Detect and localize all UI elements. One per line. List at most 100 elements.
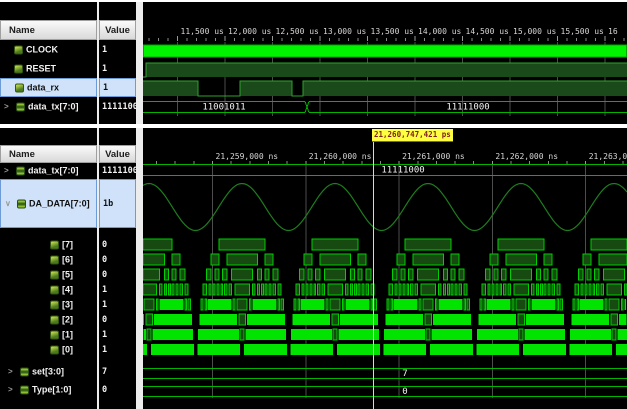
svg-text:11001011: 11001011 (202, 103, 245, 113)
signal-row-data-rx[interactable]: data_rx (0, 78, 97, 97)
cursor-time-label[interactable]: 21,260,747,421 ps (372, 129, 453, 142)
scalar-signal-icon (50, 330, 59, 339)
name-column-header[interactable]: Name (0, 145, 97, 163)
signal-value-6[interactable]: 0 (99, 252, 136, 267)
signal-row-5[interactable]: [5] (0, 267, 97, 282)
bottom-waveform-panel: Name > data_tx[7:0] ∨ DA_DATA[7:0] [7] [6] [5]… (0, 128, 627, 409)
bottom-wave-area[interactable]: 21,259,000 ns21,260,000 ns21,261,000 ns2… (143, 128, 627, 409)
signal-value-7[interactable]: 0 (99, 237, 136, 252)
signal-row-reset[interactable]: RESET (0, 59, 97, 78)
signal-name: data_rx (27, 83, 59, 92)
svg-text:14,000 us: 14,000 us (418, 27, 462, 36)
signal-row-type-1-0[interactable]: > Type[1:0] (0, 382, 97, 398)
svg-text:13,000 us: 13,000 us (323, 27, 367, 36)
signal-value-4[interactable]: 1 (99, 282, 136, 297)
signal-row-data-tx-7-0[interactable]: > data_tx[7:0] (0, 163, 97, 178)
signal-value-5[interactable]: 0 (99, 267, 136, 282)
signal-value-da-data-7-0[interactable]: 1b (99, 179, 136, 228)
svg-text:11111000: 11111000 (381, 166, 424, 176)
top-value-column: Value 11111111000 (99, 2, 136, 124)
expand-arrow-icon[interactable]: > (8, 386, 13, 394)
signal-value-data-tx-7-0[interactable]: 11111000 (99, 163, 136, 178)
value-column-header[interactable]: Value (99, 20, 136, 40)
name-column-header[interactable]: Name (0, 20, 97, 40)
bottom-value-column: Value 111110001b0001101170 (99, 128, 136, 409)
collapse-arrow-icon[interactable]: ∨ (5, 199, 11, 207)
scalar-signal-icon (50, 255, 59, 264)
scalar-signal-icon (50, 270, 59, 279)
signal-value-3[interactable]: 1 (99, 297, 136, 312)
signal-row-4[interactable]: [4] (0, 282, 97, 297)
svg-text:7: 7 (402, 369, 407, 379)
scalar-signal-icon (50, 315, 59, 324)
svg-text:15,000 us: 15,000 us (513, 27, 557, 36)
svg-text:21,261,000 ns: 21,261,000 ns (402, 152, 465, 161)
signal-row-2[interactable]: [2] (0, 312, 97, 327)
signal-row-3[interactable]: [3] (0, 297, 97, 312)
signal-value-data-rx[interactable]: 1 (99, 78, 136, 97)
top-wave-svg[interactable]: 11,500 us12,000 us12,500 us13,000 us13,5… (143, 2, 627, 124)
column-splitter[interactable] (136, 2, 143, 124)
signal-name: data_tx[7:0] (28, 102, 79, 111)
signal-name: data_tx[7:0] (28, 166, 79, 175)
signal-value-set-3-0[interactable]: 7 (99, 364, 136, 380)
svg-text:11111000: 11111000 (446, 103, 489, 113)
bus-signal-icon (16, 102, 25, 111)
signal-row-da-data-7-0[interactable]: ∨ DA_DATA[7:0] (0, 179, 97, 228)
signal-row-1[interactable]: [1] (0, 327, 97, 342)
column-splitter[interactable] (136, 128, 143, 409)
scalar-signal-icon (14, 64, 23, 73)
svg-text:21,262,000 ns: 21,262,000 ns (495, 152, 558, 161)
scalar-signal-icon (50, 285, 59, 294)
signal-name: [2] (62, 315, 73, 324)
svg-text:21,263,000: 21,263,000 (589, 152, 627, 161)
signal-name: RESET (26, 64, 56, 73)
signal-name: DA_DATA[7:0] (29, 199, 90, 208)
signal-row-set-3-0[interactable]: >set[3:0] (0, 364, 97, 380)
svg-text:12,000 us: 12,000 us (228, 27, 272, 36)
svg-text:15,500 us: 15,500 us (561, 27, 605, 36)
svg-text:21,260,000 ns: 21,260,000 ns (309, 152, 372, 161)
top-name-column: Name CLOCK RESET data_rx > data_tx[7:0] (0, 2, 97, 124)
signal-name: [3] (62, 300, 73, 309)
signal-name: [4] (62, 285, 73, 294)
signal-value-2[interactable]: 0 (99, 312, 136, 327)
expand-arrow-icon[interactable]: > (8, 368, 13, 376)
bus-signal-icon (16, 166, 25, 175)
signal-name: [1] (62, 330, 73, 339)
scalar-signal-icon (50, 240, 59, 249)
signal-value-data-tx-7-0[interactable]: 11111000 (99, 97, 136, 116)
signal-row-6[interactable]: [6] (0, 252, 97, 267)
scalar-signal-icon (15, 83, 24, 92)
waveform-viewer: Name CLOCK RESET data_rx > data_tx[7:0] Valu… (0, 0, 627, 409)
signal-row-clock[interactable]: CLOCK (0, 40, 97, 59)
scalar-signal-icon (14, 45, 23, 54)
expand-arrow-icon[interactable]: > (4, 166, 9, 174)
value-column-header[interactable]: Value (99, 145, 136, 163)
svg-text:14,500 us: 14,500 us (466, 27, 510, 36)
expand-arrow-icon[interactable]: > (4, 102, 9, 110)
top-waveform-panel: Name CLOCK RESET data_rx > data_tx[7:0] Valu… (0, 2, 627, 124)
svg-text:0: 0 (402, 387, 407, 397)
signal-name: [0] (62, 345, 73, 354)
signal-value-type-1-0[interactable]: 0 (99, 382, 136, 398)
top-wave-area[interactable]: 11,500 us12,000 us12,500 us13,000 us13,5… (143, 2, 627, 124)
bus-signal-icon (20, 368, 29, 377)
signal-value-clock[interactable]: 1 (99, 40, 136, 59)
signal-value-reset[interactable]: 1 (99, 59, 136, 78)
bottom-wave-svg[interactable]: 21,259,000 ns21,260,000 ns21,261,000 ns2… (143, 128, 627, 409)
signal-row-0[interactable]: [0] (0, 342, 97, 357)
signal-name: [7] (62, 240, 73, 249)
signal-value-0[interactable]: 1 (99, 342, 136, 357)
bottom-name-column: Name > data_tx[7:0] ∨ DA_DATA[7:0] [7] [6] [5]… (0, 128, 97, 409)
svg-text:12,500 us: 12,500 us (276, 27, 320, 36)
signal-row-7[interactable]: [7] (0, 237, 97, 252)
signal-row-data-tx-7-0[interactable]: > data_tx[7:0] (0, 97, 97, 116)
signal-name: [6] (62, 255, 73, 264)
signal-value-1[interactable]: 1 (99, 327, 136, 342)
signal-name: CLOCK (26, 45, 58, 54)
svg-text:13,500 us: 13,500 us (371, 27, 415, 36)
signal-name: Type[1:0] (32, 386, 71, 395)
svg-text:16: 16 (608, 27, 618, 36)
scalar-signal-icon (50, 345, 59, 354)
